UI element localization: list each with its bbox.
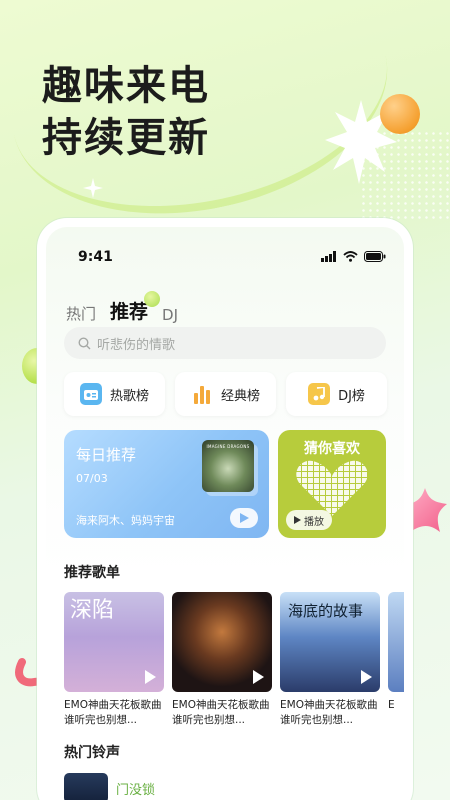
chart-label: 热歌榜: [109, 388, 149, 404]
playlist-title: E: [388, 699, 395, 711]
cover-text: 深陷: [70, 598, 115, 623]
play-icon: [239, 513, 249, 523]
phone-screen: 9:41 热门 推荐 DJ 听悲伤的情歌 热歌榜 经典榜 DJ榜 每日推荐 07…: [46, 227, 404, 800]
category-tabs: 热门 推荐 DJ: [66, 291, 178, 324]
play-icon[interactable]: [361, 670, 372, 684]
guess-you-like-card[interactable]: 猜你喜欢 播放: [278, 430, 386, 538]
ringtone-section-title: 热门铃声: [64, 745, 120, 761]
headline-line-2: 持续更新: [42, 115, 210, 161]
playlist-title: EMO神曲天花板歌曲 谁听完也别想...: [64, 699, 162, 726]
search-input[interactable]: 听悲伤的情歌: [64, 327, 386, 359]
chart-label: DJ榜: [338, 388, 365, 404]
daily-date: 07/03: [76, 472, 108, 485]
play-icon[interactable]: [145, 670, 156, 684]
ringtone-item[interactable]: 门没锁: [64, 773, 155, 800]
play-label: 播放: [304, 516, 324, 528]
wifi-icon: [343, 251, 358, 262]
chart-buttons: 热歌榜 经典榜 DJ榜: [64, 372, 387, 416]
guess-play-button[interactable]: 播放: [286, 510, 332, 530]
bar-chart-icon: [191, 383, 213, 405]
daily-artists: 海来阿木、妈妈宇宙: [76, 514, 175, 527]
playlist-cover: 深陷: [64, 592, 164, 692]
playlist-row: 深陷 EMO神曲天花板歌曲 谁听完也别想... EMO神曲天花板歌曲 谁听完也别…: [64, 592, 404, 728]
play-icon[interactable]: [253, 670, 264, 684]
tab-hot[interactable]: 热门: [66, 303, 96, 324]
chart-label: 经典榜: [220, 388, 260, 404]
daily-album-cover: IMAGINE DRAGONS: [202, 440, 254, 492]
playlist-title: EMO神曲天花板歌曲 谁听完也别想...: [280, 699, 378, 726]
radio-icon: [79, 383, 102, 405]
signal-icon: [321, 251, 336, 262]
search-placeholder: 听悲伤的情歌: [97, 337, 176, 353]
tab-recommend[interactable]: 推荐: [110, 291, 161, 324]
playlist-cover: [388, 592, 404, 692]
chart-button-classic[interactable]: 经典榜: [175, 372, 276, 416]
active-tab-indicator: [144, 291, 161, 307]
status-icons: [321, 251, 386, 262]
headline-line-1: 趣味来电: [42, 63, 210, 109]
pixel-heart-icon: [296, 460, 368, 516]
playlist-cover: [172, 592, 272, 692]
chart-button-dj[interactable]: DJ榜: [286, 372, 387, 416]
sparkle-icon: [83, 178, 103, 198]
playlist-cover: 海底的故事: [280, 592, 380, 692]
status-time: 9:41: [78, 249, 113, 265]
chart-button-hot-songs[interactable]: 热歌榜: [64, 372, 165, 416]
playlist-card[interactable]: EMO神曲天花板歌曲 谁听完也别想...: [172, 592, 272, 728]
phone-mockup: 9:41 热门 推荐 DJ 听悲伤的情歌 热歌榜 经典榜 DJ榜 每日推荐 07…: [37, 218, 413, 800]
guess-title: 猜你喜欢: [304, 441, 360, 457]
promo-headline: 趣味来电 持续更新: [42, 60, 210, 164]
ringtone-name: 门没锁: [116, 782, 156, 798]
playlist-title: EMO神曲天花板歌曲 谁听完也别想...: [172, 699, 270, 726]
cover-text: 海底的故事: [288, 602, 364, 620]
cover-text: IMAGINE DRAGONS: [206, 444, 250, 449]
orange-ball-decoration: [380, 94, 420, 134]
play-icon: [294, 516, 301, 524]
music-note-icon: [308, 383, 331, 405]
daily-recommend-card[interactable]: 每日推荐 07/03 海来阿木、妈妈宇宙 IMAGINE DRAGONS: [64, 430, 269, 538]
playlist-section-title: 推荐歌单: [64, 565, 120, 581]
battery-icon: [364, 251, 386, 262]
playlist-card[interactable]: 深陷 EMO神曲天花板歌曲 谁听完也别想...: [64, 592, 164, 728]
daily-play-button[interactable]: [230, 508, 258, 528]
ringtone-cover: [64, 773, 108, 800]
tab-dj[interactable]: DJ: [162, 306, 178, 324]
playlist-card[interactable]: E: [388, 592, 404, 728]
daily-title: 每日推荐: [76, 446, 137, 464]
search-icon: [78, 336, 91, 349]
playlist-card[interactable]: 海底的故事 EMO神曲天花板歌曲 谁听完也别想...: [280, 592, 380, 728]
tab-recommend-label: 推荐: [110, 301, 149, 323]
